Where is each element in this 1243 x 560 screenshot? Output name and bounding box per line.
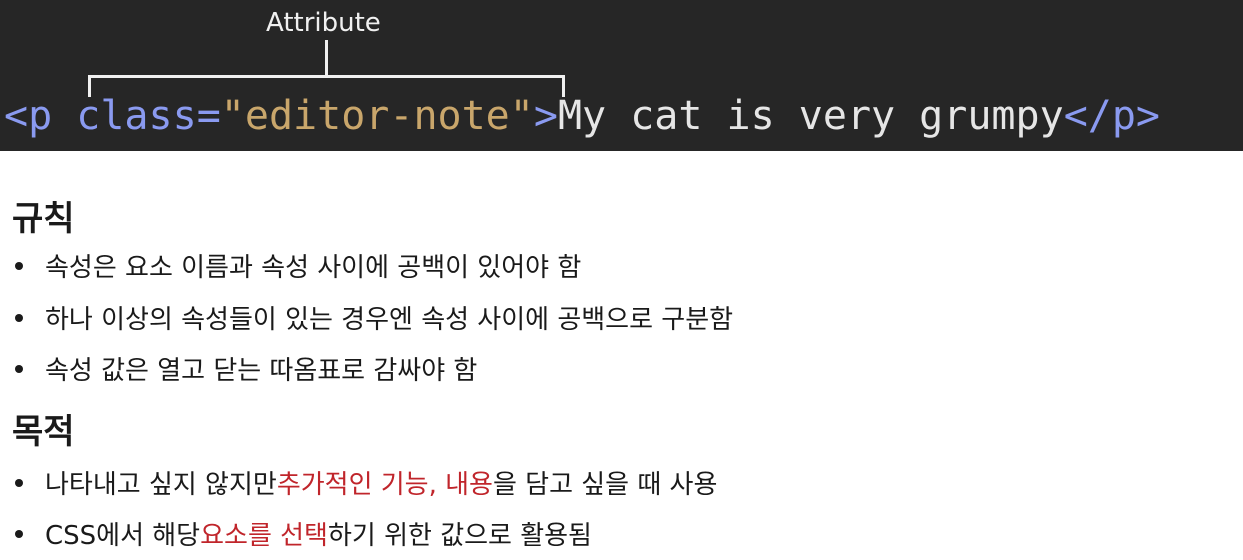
bullet-icon: [15, 478, 23, 487]
rule-item-text: 하나 이상의 속성들이 있는 경우엔 속성 사이에 공백으로 구분함: [45, 305, 734, 335]
purpose-item: CSS에서 해당 요소를 선택 하기 위한 값으로 활용됨: [12, 515, 592, 552]
code-equals: =: [196, 93, 221, 139]
purpose-item-highlight: 추가적인 기능, 내용: [276, 470, 493, 500]
bullet-icon: [15, 313, 23, 322]
code-open-tag-close: >: [533, 93, 558, 139]
purpose-item-text-before: 나타내고 싶지 않지만: [45, 470, 277, 500]
purpose-heading: 목적: [12, 412, 75, 452]
code-panel: Attribute <p class="editor-note">My cat …: [0, 0, 1243, 151]
attribute-annotation-label: Attribute: [266, 8, 381, 38]
rules-heading: 규칙: [12, 199, 75, 239]
bullet-icon: [15, 364, 23, 373]
bullet-icon: [15, 529, 23, 538]
purpose-item-text-after: 하기 위한 값으로 활용됨: [327, 521, 592, 551]
purpose-item-text-before: CSS에서 해당: [45, 521, 201, 551]
annotation-bracket-stem: [325, 40, 328, 76]
rule-item-text: 속성은 요소 이름과 속성 사이에 공백이 있어야 함: [45, 253, 582, 283]
code-example-line: <p class="editor-note">My cat is very gr…: [4, 90, 1160, 142]
code-close-tag: </p>: [1063, 93, 1161, 139]
purpose-item: 나타내고 싶지 않지만 추가적인 기능, 내용 을 담고 싶을 때 사용: [12, 464, 717, 501]
code-attribute-value: "editor-note": [220, 93, 534, 139]
rule-item: 하나 이상의 속성들이 있는 경우엔 속성 사이에 공백으로 구분함: [12, 299, 733, 336]
code-open-tag: <p: [4, 93, 53, 139]
code-element-text: My cat is very grumpy: [557, 93, 1064, 139]
rule-item-text: 속성 값은 열고 닫는 따옴표로 감싸야 함: [45, 356, 478, 386]
code-attribute-name: class: [76, 93, 197, 139]
purpose-item-highlight: 요소를 선택: [200, 521, 328, 551]
bullet-icon: [15, 261, 23, 270]
rule-item: 속성 값은 열고 닫는 따옴표로 감싸야 함: [12, 350, 477, 387]
annotation-bracket: [88, 75, 565, 78]
rule-item: 속성은 요소 이름과 속성 사이에 공백이 있어야 함: [12, 247, 581, 284]
purpose-item-text-after: 을 담고 싶을 때 사용: [492, 470, 718, 500]
